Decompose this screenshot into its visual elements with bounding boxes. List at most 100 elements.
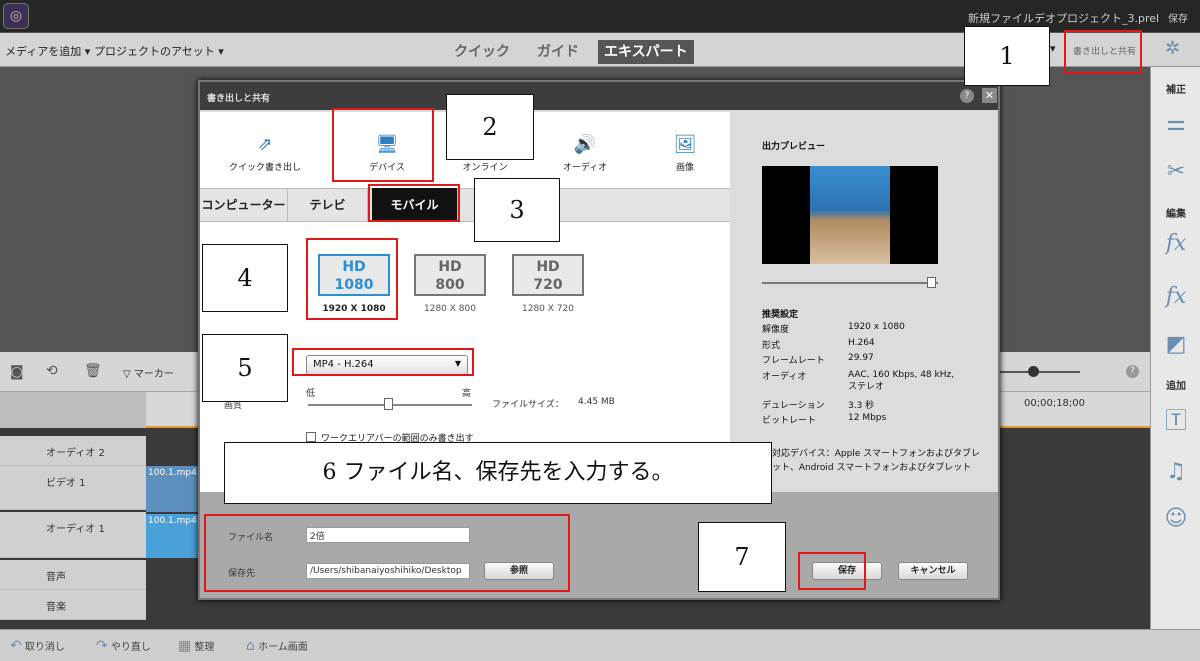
zoom-slider-handle[interactable] (1028, 366, 1039, 377)
zoom-slider[interactable] (1000, 371, 1080, 373)
highlight-hd1080 (306, 238, 398, 320)
video-clip[interactable]: 100.1.mp4 (146, 466, 198, 512)
title-text-icon[interactable]: 🅃 (1164, 410, 1188, 434)
callout-3: 3 (474, 178, 560, 242)
setting-key: 解像度 (762, 325, 790, 335)
devices-line-2: ット、Android スマートフォンおよびタブレット (772, 463, 972, 473)
quality-slider-handle[interactable] (384, 398, 393, 410)
correct-label: 補正 (1166, 85, 1186, 96)
preview-scrubber[interactable] (762, 282, 938, 284)
callout-7: 7 (698, 522, 786, 592)
highlight-export-share (1064, 30, 1142, 74)
callout-1: 1 (964, 26, 1050, 86)
callout-4: 4 (202, 244, 288, 312)
setting-value: 1920 x 1080 (848, 322, 905, 332)
quality-low-label: 低 (306, 389, 316, 399)
callout-5: 5 (202, 334, 288, 402)
track-audio-1[interactable]: オーディオ 1 (0, 512, 146, 558)
tools-icon[interactable]: ✂ (1164, 160, 1188, 184)
preset-hd-800[interactable]: HD 800 (414, 254, 486, 296)
rotate-icon[interactable]: ⟲ (46, 363, 58, 379)
marker-menu[interactable]: ▽ マーカー (123, 365, 174, 380)
image-icon: 🖼 (673, 134, 697, 155)
timecode-label: 00;00;18;00 (1024, 398, 1086, 409)
setting-key: オーディオ (762, 372, 807, 382)
filesize-value: 4.45 MB (578, 397, 615, 407)
setting-key: デュレーション (762, 401, 825, 411)
undo-icon: ↶ (10, 638, 22, 654)
highlight-mobile (368, 184, 460, 222)
track-video-1[interactable]: ビデオ 1 (0, 466, 146, 510)
highlight-device (332, 108, 434, 182)
subtab-computer[interactable]: コンピューター (200, 188, 288, 222)
tab-guide[interactable]: ガイド (531, 40, 585, 64)
setting-key: 形式 (762, 341, 781, 351)
redo-button[interactable]: ↷ やり直し (96, 638, 151, 654)
add-media-menu[interactable]: メディアを追加 ▾ (5, 43, 90, 59)
trash-icon[interactable]: 🗑 (84, 363, 102, 379)
preset-800-label: 1280 X 800 (424, 304, 476, 314)
setting-value: 29.97 (848, 353, 874, 363)
subtab-tv[interactable]: テレビ (288, 188, 368, 222)
graphics-smiley-icon[interactable]: ☺ (1164, 507, 1188, 531)
track-voice[interactable]: 音声 (0, 560, 146, 590)
edit-label: 編集 (1166, 209, 1186, 220)
highlight-filename-location (204, 514, 570, 592)
music-icon[interactable]: ♫ (1164, 460, 1188, 484)
help-icon[interactable]: ? (1126, 365, 1139, 378)
preset-720-label: 1280 X 720 (522, 304, 574, 314)
dialog-title: 書き出しと共有 (200, 82, 998, 110)
quality-high-label: 高 (462, 389, 472, 399)
adjust-sliders-icon[interactable]: ⚌ (1164, 112, 1188, 136)
undo-button[interactable]: ↶ 取り消し (10, 638, 65, 654)
filesize-label: ファイルサイズ： (492, 400, 564, 410)
setting-value: H.264 (848, 338, 875, 348)
bottom-bar: ↶ 取り消し ↷ やり直し ▦ 整理 ⌂ ホーム画面 (0, 629, 1200, 661)
project-title: 新規ファイルデオプロジェクト_3.prel (968, 12, 1160, 25)
redo-icon: ↷ (96, 638, 108, 654)
quick-export-icon: ⇗ (257, 134, 273, 155)
tab-quick[interactable]: クイック (448, 40, 516, 64)
dialog-help-icon[interactable]: ? (960, 89, 974, 103)
preview-frame (810, 166, 890, 264)
organize-icon: ▦ (178, 638, 192, 654)
home-icon: ⌂ (246, 638, 255, 654)
callout-2: 2 (446, 94, 534, 160)
home-button[interactable]: ⌂ ホーム画面 (246, 638, 308, 654)
category-image[interactable]: 🖼 画像 (635, 112, 735, 186)
tab-expert[interactable]: エキスパート (598, 40, 694, 64)
app-logo-icon: ◎ (3, 3, 29, 29)
fx-icon[interactable]: fx (1164, 285, 1188, 309)
track-audio-2[interactable]: オーディオ 2 (0, 436, 146, 466)
settings-gear-icon[interactable]: ✲ (1165, 38, 1180, 59)
audio-clip[interactable]: 100.1.mp4 (146, 514, 198, 558)
callout-6: 6 ファイル名、保存先を入力する。 (224, 442, 772, 504)
setting-value: 3.3 秒 (848, 401, 875, 411)
preview-video (762, 166, 938, 264)
preview-scrubber-handle[interactable] (927, 277, 936, 288)
right-tool-panel: 補正 ⚌ ✂ 編集 fx fx ◩ 追加 🅃 ♫ ☺ (1150, 67, 1200, 629)
export-dropdown-arrow[interactable]: ▾ (1050, 42, 1056, 55)
fx-edit-icon[interactable]: fx (1164, 232, 1188, 256)
marker-label: マーカー (133, 369, 174, 380)
setting-value: 12 Mbps (848, 413, 887, 423)
track-music[interactable]: 音楽 (0, 590, 146, 620)
recommended-title: 推奨設定 (762, 310, 799, 320)
category-quick-export[interactable]: ⇗ クイック書き出し (215, 112, 315, 186)
organize-button[interactable]: ▦ 整理 (178, 638, 214, 654)
highlight-format (292, 348, 474, 376)
category-audio[interactable]: 🔊 オーディオ (535, 112, 635, 186)
setting-key: ビットレート (762, 416, 817, 426)
preview-title: 出力プレビュー (762, 142, 826, 152)
title-save-label[interactable]: 保存 (1168, 10, 1188, 25)
workarea-checkbox[interactable] (306, 432, 316, 442)
cancel-button[interactable]: キャンセル (898, 562, 968, 580)
project-assets-menu[interactable]: プロジェクトのアセット ▾ (94, 43, 224, 59)
dialog-close-icon[interactable]: ✕ (982, 88, 997, 103)
add-label: 追加 (1166, 381, 1186, 392)
preset-hd-720[interactable]: HD 720 (512, 254, 584, 296)
camera-icon[interactable]: ◙ (10, 364, 24, 380)
color-correct-icon[interactable]: ◩ (1164, 333, 1188, 357)
setting-key: フレームレート (762, 356, 825, 366)
speaker-icon: 🔊 (573, 134, 597, 155)
